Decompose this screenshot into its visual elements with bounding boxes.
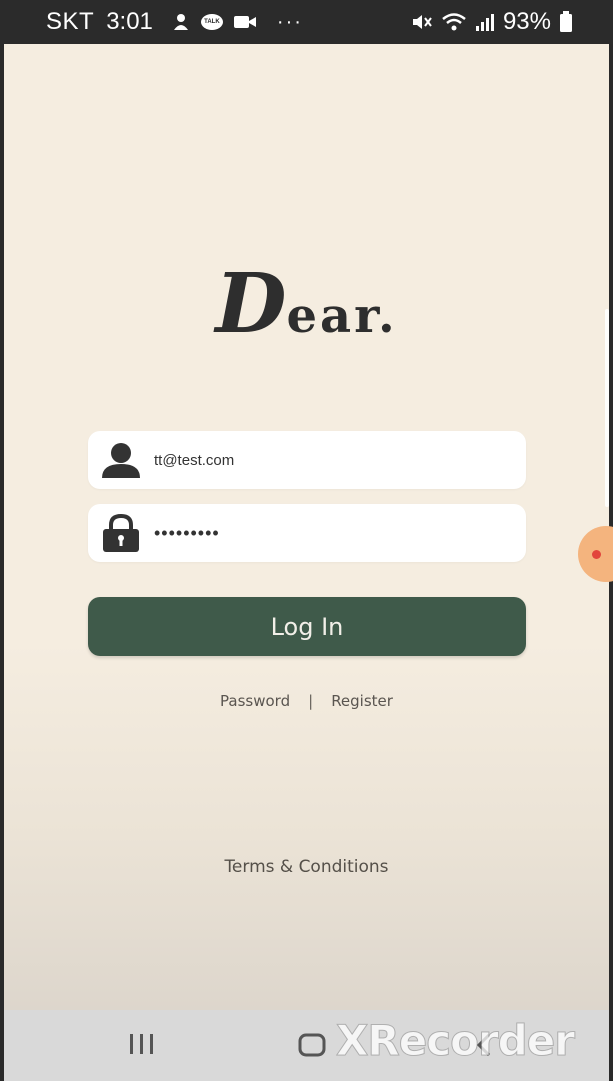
clock: 3:01: [106, 8, 153, 35]
recent-apps-icon[interactable]: [128, 1032, 156, 1061]
video-camera-icon: [233, 16, 256, 28]
logo-text: ear.: [286, 288, 398, 344]
navigation-bar: XRecorder: [4, 1010, 609, 1081]
wifi-icon: [442, 13, 466, 31]
kakaotalk-icon: TALK: [200, 14, 223, 30]
logo-initial: D: [215, 256, 287, 352]
user-icon: [100, 439, 142, 481]
email-field[interactable]: [88, 431, 526, 489]
terms-link[interactable]: Terms & Conditions: [4, 857, 609, 877]
password-link[interactable]: Password: [220, 692, 290, 710]
carrier-label: SKT: [46, 8, 95, 35]
register-link[interactable]: Register: [331, 692, 393, 710]
status-bar: SKT 3:01 TALK ··· 93%: [0, 0, 613, 44]
battery-percentage: 93%: [502, 8, 551, 35]
password-field[interactable]: [88, 504, 526, 562]
recorder-watermark: XRecorder: [336, 1016, 576, 1066]
password-input[interactable]: [154, 522, 494, 544]
link-separator: |: [308, 692, 314, 710]
more-notifications-icon: ···: [276, 10, 303, 33]
home-icon[interactable]: [297, 1032, 327, 1063]
battery-icon: [560, 11, 572, 32]
lock-icon: [100, 512, 142, 554]
login-screen: Dear. Log In Password | Register Terms &…: [4, 44, 609, 1010]
login-button[interactable]: Log In: [88, 597, 526, 656]
mute-icon: [412, 15, 432, 29]
email-input[interactable]: [154, 451, 494, 469]
edge-panel-handle[interactable]: [605, 309, 609, 507]
notification-app-icon: [173, 14, 188, 30]
account-links: Password | Register: [4, 692, 609, 710]
app-logo: Dear.: [4, 256, 609, 352]
signal-icon: [475, 14, 494, 31]
record-dot-icon: [592, 550, 601, 559]
